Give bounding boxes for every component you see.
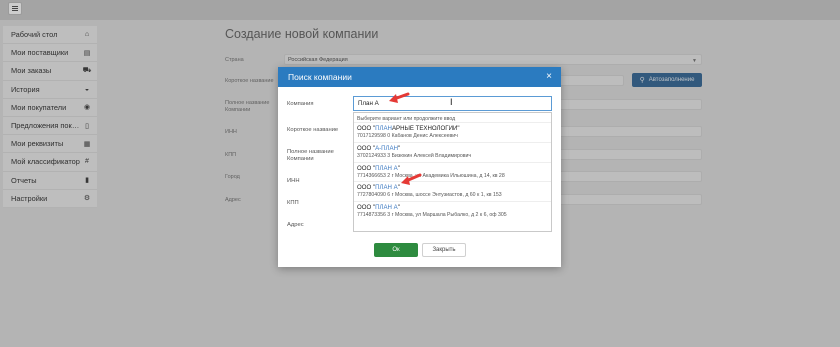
suggestion-name: ООО "А-ПЛАН" [357, 144, 401, 152]
modal-full-name-label: Полное название Компании [287, 149, 334, 162]
annotation-arrow-icon [389, 92, 410, 103]
modal-inn-label: ИНН [287, 178, 300, 184]
annotation-arrow-icon [401, 173, 422, 185]
suggestion-name: ООО "ПЛАН А" [357, 184, 400, 192]
text-cursor-icon: I [450, 97, 453, 107]
suggestion-item[interactable]: ООО "А-ПЛАН" 3702124933 3 Бизюкин Алексе… [354, 141, 551, 162]
suggestion-name: ООО "ПЛАН А" [357, 164, 400, 172]
suggestion-details: 7017129598 0 Кабанов Денис Алексеевич [357, 133, 458, 139]
suggestion-name: ООО "ПЛАН А" [357, 204, 400, 212]
dropdown-hint: Выберите вариант или продолжите ввод [357, 116, 456, 122]
suggestion-item[interactable]: ООО "ПЛАНАРНЫЕ ТЕХНОЛОГИИ" 7017129598 0 … [354, 122, 551, 142]
close-icon[interactable]: × [546, 72, 552, 82]
suggestion-name: ООО "ПЛАНАРНЫЕ ТЕХНОЛОГИИ" [357, 125, 460, 132]
ok-button[interactable]: Ок [374, 243, 418, 257]
company-label: Компания [287, 101, 314, 107]
suggestion-details: 3702124933 3 Бизюкин Алексей Владимирови… [357, 152, 472, 159]
suggestion-item[interactable]: ООО "ПЛАН А" 7727804090 6 г Москва, шосс… [354, 181, 551, 201]
suggestion-item[interactable]: ООО "ПЛАН А" 7714873356 3 г Москва, ул М… [354, 201, 551, 221]
modal-header: Поиск компании × [278, 67, 561, 87]
modal-kpp-label: КПП [287, 200, 299, 206]
company-search-modal: Поиск компании × Компания I Короткое наз… [278, 67, 561, 267]
suggestion-item[interactable]: ООО "ПЛАН А" 7714366653 2 г Москва, ул А… [354, 161, 551, 182]
suggestion-details: 7727804090 6 г Москва, шоссе Энтузиастов… [357, 192, 502, 199]
modal-address-label: Адрес [287, 222, 304, 228]
suggestion-details: 7714366653 2 г Москва, ул Академика Илью… [357, 172, 505, 179]
modal-title: Поиск компании [288, 72, 352, 82]
cancel-button[interactable]: Закрыть [422, 243, 466, 257]
suggestions-dropdown: Выберите вариант или продолжите ввод ООО… [353, 112, 552, 232]
modal-short-name-label: Короткое название [287, 127, 339, 133]
suggestion-details: 7714873356 3 г Москва, ул Маршала Рыбалк… [357, 212, 507, 219]
